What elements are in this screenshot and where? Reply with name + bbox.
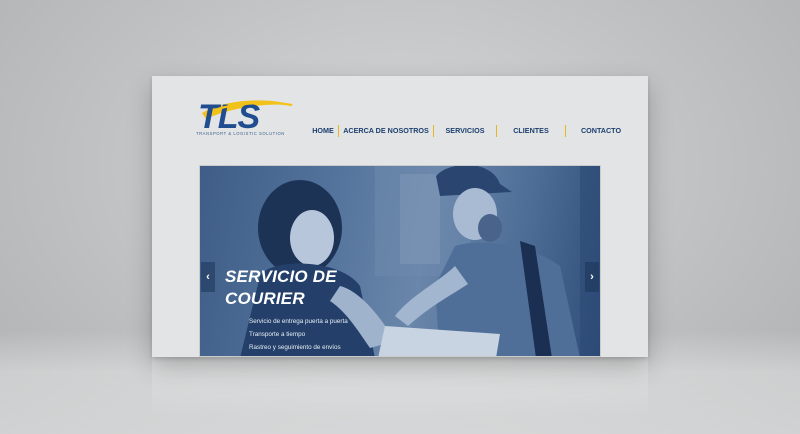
slider-next-button[interactable]: › (585, 262, 599, 292)
list-item: Servicio de entrega puerta a puerta (249, 318, 348, 325)
nav-contacto[interactable]: CONTACTO (566, 124, 636, 138)
list-item: Transporte a tiempo (249, 330, 306, 338)
hero-title: SERVICIO DE COURIER (225, 267, 337, 308)
nav-home[interactable]: HOME (308, 124, 338, 138)
logo-tagline: TRANSPORT & LOGISTIC SOLUTION (196, 131, 285, 136)
hero-feature-list: Servicio de entrega puerta a puerta Tran… (249, 316, 348, 354)
list-item: Rastreo y seguimiento de envíos (249, 343, 341, 351)
nav-acerca-de-nosotros[interactable]: ACERCA DE NOSOTROS (339, 124, 433, 138)
hero-slider: SERVICIO DE COURIER Servicio de entrega … (199, 165, 601, 357)
chevron-right-icon: › (590, 271, 594, 283)
nav-clientes[interactable]: CLIENTES (497, 124, 565, 138)
tls-logo[interactable]: TLS TRANSPORT & LOGISTIC SOLUTION (196, 93, 296, 139)
website-screen: TLS TRANSPORT & LOGISTIC SOLUTION HOME A… (152, 76, 648, 357)
screen-reflection (152, 357, 648, 417)
nav-servicios[interactable]: SERVICIOS (434, 124, 496, 138)
chevron-left-icon: ‹ (206, 271, 210, 283)
tls-logo-mark: TLS (198, 98, 294, 131)
main-nav: HOME ACERCA DE NOSOTROS SERVICIOS CLIENT… (308, 124, 636, 138)
slider-prev-button[interactable]: ‹ (201, 262, 215, 292)
